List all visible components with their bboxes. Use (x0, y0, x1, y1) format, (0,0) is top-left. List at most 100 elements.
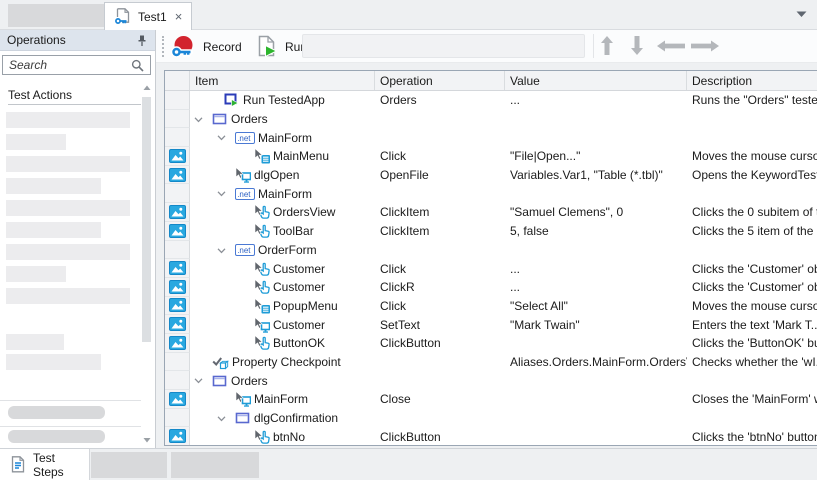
pin-icon[interactable] (136, 34, 148, 47)
toolbar-drag-handle[interactable] (162, 36, 166, 57)
inactive-bottom-tab-placeholder[interactable] (171, 452, 259, 478)
document-tab-bar: Test1 × (0, 0, 817, 30)
column-header-description[interactable]: Description (687, 71, 817, 90)
image-icon[interactable] (169, 224, 186, 238)
column-header-operation[interactable]: Operation (375, 71, 505, 90)
redacted-list-item[interactable] (6, 178, 101, 194)
description-cell: Moves the mouse curso... (687, 297, 817, 316)
image-icon[interactable] (169, 392, 186, 406)
image-icon[interactable] (169, 280, 186, 294)
test-step-row[interactable]: Orders (165, 371, 817, 390)
test-step-row[interactable]: btnNoClickButtonClicks the 'btnNo' butto… (165, 427, 817, 446)
toolbar-separator (593, 34, 594, 58)
image-icon[interactable] (169, 149, 186, 163)
tab-test1[interactable]: Test1 × (104, 2, 192, 30)
screenshot-cell (165, 203, 190, 222)
move-down-icon[interactable] (630, 35, 644, 56)
section-divider (0, 426, 141, 427)
item-label: MainForm (258, 187, 312, 201)
test-step-row[interactable]: CustomerSetText"Mark Twain"Enters the te… (165, 315, 817, 334)
move-right-icon[interactable] (690, 39, 720, 53)
item-label: btnNo (273, 430, 305, 444)
record-button[interactable]: Record (167, 33, 245, 60)
item-cell: Property Checkpoint (190, 353, 375, 372)
test-step-row[interactable]: CustomerClick...Clicks the 'Customer' ob… (165, 259, 817, 278)
chevron-expanded-icon[interactable] (194, 376, 203, 385)
test-step-row[interactable]: ButtonOKClickButtonClicks the 'ButtonOK'… (165, 334, 817, 353)
value-cell (505, 184, 687, 203)
redacted-list-item[interactable] (6, 244, 130, 260)
test-step-row[interactable]: .netMainForm (165, 128, 817, 147)
scroll-down-icon[interactable] (143, 436, 151, 444)
close-tab-icon[interactable]: × (175, 9, 183, 24)
test-step-row[interactable]: OrdersViewClickItem"Samuel Clemens", 0Cl… (165, 203, 817, 222)
cursor-window-icon (235, 167, 251, 183)
redacted-list-item[interactable] (6, 134, 66, 150)
image-icon[interactable] (169, 429, 186, 443)
test-step-row[interactable]: Property CheckpointAliases.Orders.MainFo… (165, 353, 817, 372)
description-cell: Checks whether the 'wI... (687, 353, 817, 372)
test-step-row[interactable]: PopupMenuClick"Select All"Moves the mous… (165, 297, 817, 316)
column-header-item[interactable]: Item (190, 71, 375, 90)
image-icon[interactable] (169, 168, 186, 182)
sidebar-scrollbar[interactable] (141, 84, 153, 444)
image-icon[interactable] (169, 205, 186, 219)
value-cell (505, 110, 687, 129)
move-up-icon[interactable] (600, 35, 614, 56)
redacted-list-item[interactable] (6, 354, 101, 370)
chevron-expanded-icon[interactable] (217, 414, 226, 423)
image-icon[interactable] (169, 298, 186, 312)
tab-test-steps[interactable]: Test Steps (0, 449, 90, 480)
cursor-hand-icon (254, 223, 270, 239)
keyword-test-icon (114, 8, 132, 25)
chevron-expanded-icon[interactable] (217, 189, 226, 198)
redacted-list-item[interactable] (6, 266, 66, 282)
operation-cell (375, 241, 505, 260)
screenshot-cell (165, 371, 190, 390)
value-cell (505, 409, 687, 428)
scroll-up-icon[interactable] (143, 84, 151, 92)
test-step-row[interactable]: ToolBarClickItem5, falseClicks the 5 ite… (165, 222, 817, 241)
item-label: MainMenu (273, 149, 329, 163)
test-step-row[interactable]: CustomerClickR...Clicks the 'Customer' o… (165, 278, 817, 297)
image-icon[interactable] (169, 336, 186, 350)
column-header-value[interactable]: Value (505, 71, 687, 90)
redacted-list-item[interactable] (6, 334, 64, 350)
redacted-list-item[interactable] (6, 200, 130, 216)
inactive-bottom-tab-placeholder[interactable] (91, 452, 167, 478)
redacted-list-item[interactable] (6, 288, 130, 304)
item-cell: .netOrderForm (190, 241, 375, 260)
test-step-row[interactable]: MainFormCloseCloses the 'MainForm' w... (165, 390, 817, 409)
test-step-row[interactable]: .netMainForm (165, 184, 817, 203)
redacted-section-header[interactable] (8, 430, 105, 443)
search-input[interactable]: Search (2, 55, 151, 75)
move-left-icon[interactable] (656, 39, 686, 53)
tab-list-dropdown-icon[interactable] (796, 11, 807, 18)
redacted-list-item[interactable] (6, 112, 130, 128)
chevron-expanded-icon[interactable] (217, 133, 226, 142)
image-icon[interactable] (169, 261, 186, 275)
value-cell (505, 390, 687, 409)
image-icon[interactable] (169, 317, 186, 331)
redacted-list-item[interactable] (6, 156, 130, 172)
description-cell (687, 110, 817, 129)
chevron-expanded-icon[interactable] (217, 246, 226, 255)
operation-cell: OpenFile (375, 166, 505, 185)
chevron-expanded-icon[interactable] (194, 115, 203, 124)
test-step-row[interactable]: dlgConfirmation (165, 409, 817, 428)
test-step-row[interactable]: Orders (165, 110, 817, 129)
test-actions-header[interactable]: Test Actions (8, 85, 141, 105)
inactive-tab-placeholder[interactable] (8, 4, 104, 27)
cursor-hand-icon (254, 204, 270, 220)
value-cell (505, 241, 687, 260)
redacted-list-item[interactable] (6, 222, 101, 238)
redacted-section-header[interactable] (8, 406, 105, 419)
test-step-row[interactable]: MainMenuClick"File|Open..."Moves the mou… (165, 147, 817, 166)
test-step-row[interactable]: dlgOpenOpenFileVariables.Var1, "Table (*… (165, 166, 817, 185)
test-step-row[interactable]: .netOrderForm (165, 241, 817, 260)
toolbar-input[interactable] (302, 34, 585, 58)
column-header-screenshot[interactable] (165, 71, 190, 90)
test-step-row[interactable]: Run TestedAppOrders...Runs the "Orders" … (165, 91, 817, 110)
scrollbar-thumb[interactable] (142, 97, 151, 342)
item-cell: btnNo (190, 427, 375, 446)
